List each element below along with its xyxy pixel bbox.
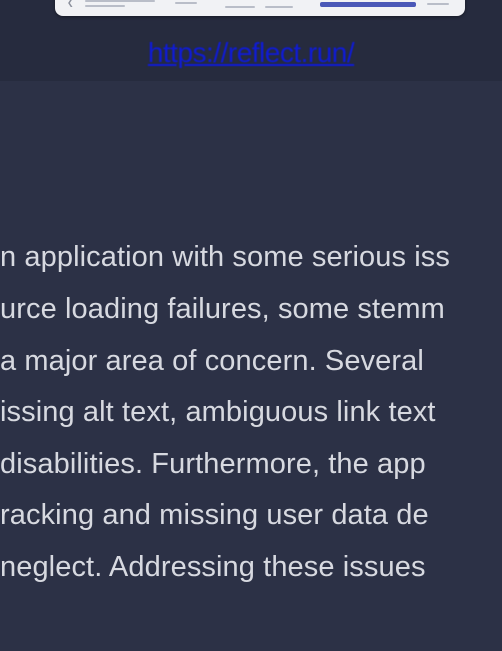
thumbnail-highlight-bar [320, 2, 416, 7]
body-text-line-5: disabilities. Furthermore, the app [0, 448, 426, 480]
thumbnail-text-line [265, 6, 293, 8]
header-band: ❮ https://reflect.run/ [0, 0, 502, 81]
report-body: n application with some serious iss urce… [0, 81, 502, 651]
chevron-left-icon: ❮ [67, 0, 74, 7]
body-text-line-6: racking and missing user data de [0, 499, 429, 531]
body-text-line-7: neglect. Addressing these issues [0, 551, 426, 583]
site-link[interactable]: https://reflect.run/ [148, 37, 355, 68]
thumbnail-text-line [85, 0, 155, 2]
body-text-line-2: urce loading failures, some stemm [0, 293, 445, 325]
thumbnail-text-line [427, 3, 449, 5]
body-text-line-3: a major area of concern. Several [0, 345, 424, 377]
thumbnail-text-line [85, 5, 125, 7]
thumbnail-text-line [175, 2, 197, 4]
page-thumbnail: ❮ [55, 0, 465, 16]
screenshot-frame: ❮ https://reflect.run/ n application wit… [0, 0, 502, 651]
link-row: https://reflect.run/ [0, 33, 502, 73]
body-text-line-4: issing alt text, ambiguous link text [0, 396, 436, 428]
thumbnail-text-line [225, 6, 255, 8]
body-text-line-1: n application with some serious iss [0, 241, 450, 273]
